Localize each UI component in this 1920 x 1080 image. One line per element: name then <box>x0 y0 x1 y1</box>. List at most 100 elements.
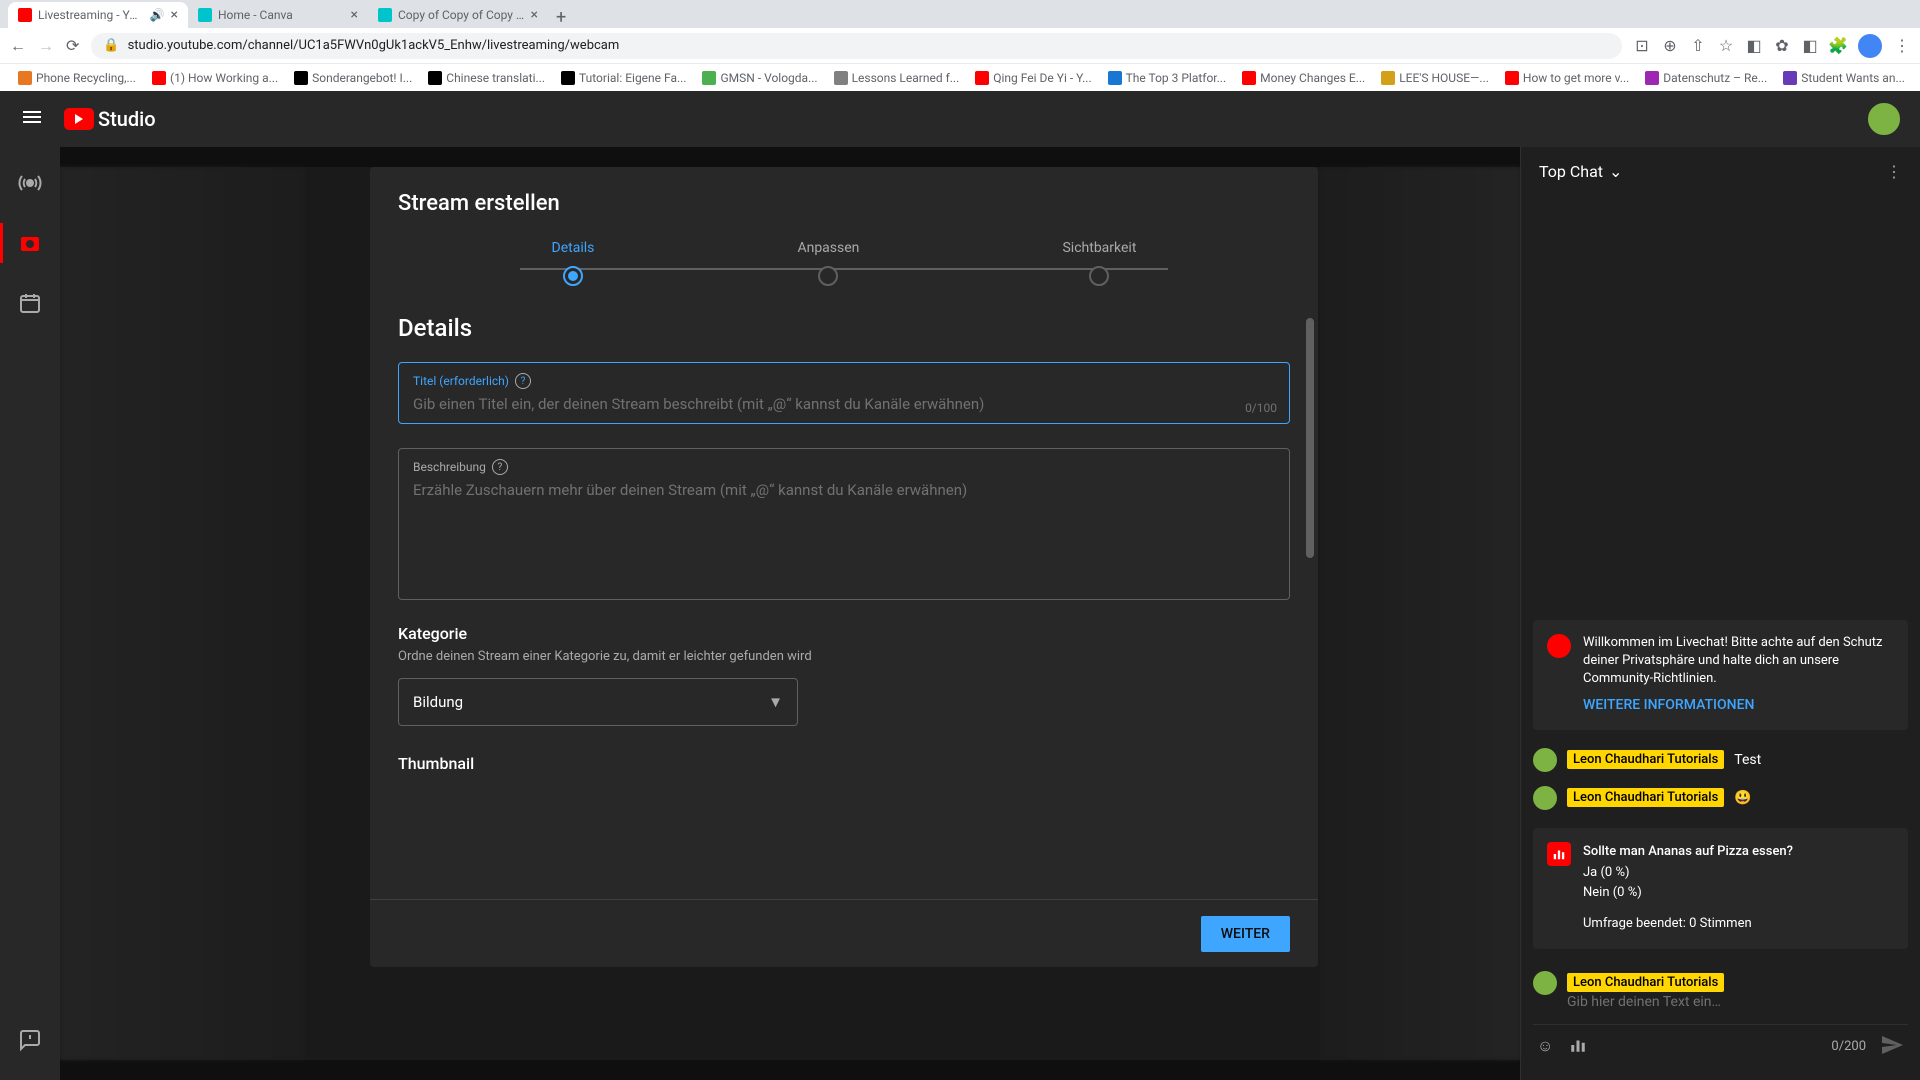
avatar[interactable] <box>1533 786 1557 810</box>
chat-mode-selector[interactable]: Top Chat ⌄ <box>1539 162 1622 181</box>
hamburger-icon[interactable] <box>20 105 44 133</box>
chat-message: Leon Chaudhari Tutorials Test <box>1533 744 1908 776</box>
back-button[interactable]: ← <box>10 36 26 56</box>
tab-active[interactable]: Livestreaming - YouTube S 🔊 × <box>8 2 188 28</box>
desc-input[interactable] <box>413 475 1275 585</box>
bookmark[interactable]: How to get more v... <box>1499 71 1635 85</box>
chat-input-row: Leon Chaudhari Tutorials Gib hier deinen… <box>1533 963 1908 1018</box>
new-tab-button[interactable]: + <box>548 7 574 28</box>
step-details[interactable]: Details <box>552 240 595 286</box>
welcome-link[interactable]: WEITERE INFORMATIONEN <box>1583 696 1894 716</box>
puzzle-icon[interactable]: 🧩 <box>1830 38 1846 54</box>
profile-avatar[interactable] <box>1858 34 1882 58</box>
bookmark-favicon <box>1108 71 1122 85</box>
bookmark[interactable]: Phone Recycling,... <box>12 71 142 85</box>
bookmark[interactable]: Datenschutz – Re... <box>1639 71 1773 85</box>
chat-more-icon[interactable]: ⋮ <box>1886 162 1902 181</box>
tab-favicon <box>378 8 392 22</box>
tab[interactable]: Copy of Copy of Copy of Cop × <box>368 2 548 28</box>
step-customize[interactable]: Anpassen <box>797 240 859 286</box>
bookmark[interactable]: Student Wants an... <box>1777 71 1911 85</box>
help-icon[interactable]: ? <box>492 459 508 475</box>
youtube-play-icon <box>64 108 94 130</box>
bookmark[interactable]: Chinese translati... <box>422 71 551 85</box>
bookmark-favicon <box>152 71 166 85</box>
modal-body: Details Titel (erforderlich) ? 0/100 <box>370 314 1318 899</box>
close-icon[interactable]: × <box>531 7 538 23</box>
audio-icon[interactable]: 🔊 <box>150 8 165 22</box>
tab-favicon <box>198 8 212 22</box>
close-icon[interactable]: × <box>351 7 358 23</box>
ext-icon[interactable]: ◧ <box>1746 38 1762 54</box>
help-icon[interactable]: ? <box>515 373 531 389</box>
avatar[interactable] <box>1533 971 1557 995</box>
bookmark-favicon <box>1505 71 1519 85</box>
bookmark-favicon <box>834 71 848 85</box>
poll-icon[interactable] <box>1569 1036 1587 1058</box>
title-field-group[interactable]: Titel (erforderlich) ? 0/100 <box>398 362 1290 424</box>
bookmark-favicon <box>1783 71 1797 85</box>
zoom-icon[interactable]: ⊕ <box>1662 38 1678 54</box>
ext-icon[interactable]: ◧ <box>1802 38 1818 54</box>
url-field[interactable]: 🔒 studio.youtube.com/channel/UC1a5FWVn0g… <box>91 33 1622 59</box>
bookmark[interactable]: Tutorial: Eigene Fa... <box>555 71 692 85</box>
bookmark[interactable]: GMSN - Vologda... <box>696 71 823 85</box>
avatar[interactable] <box>1533 748 1557 772</box>
bookmark[interactable]: Qing Fei De Yi - Y... <box>969 71 1097 85</box>
stage: Stream erstellen Details Anpassen Sichtb… <box>60 147 1520 1080</box>
browser-action-icons: ⊡ ⊕ ⇧ ☆ ◧ ✿ ◧ 🧩 ⋮ <box>1634 34 1910 58</box>
category-selected: Bildung <box>413 693 463 711</box>
next-button[interactable]: WEITER <box>1201 916 1290 952</box>
welcome-box: Willkommen im Livechat! Bitte achte auf … <box>1533 620 1908 730</box>
modal-title: Stream erstellen <box>370 167 1318 232</box>
send-icon[interactable] <box>1880 1033 1904 1061</box>
close-icon[interactable]: × <box>171 7 178 23</box>
step-visibility[interactable]: Sichtbarkeit <box>1062 240 1136 286</box>
category-desc: Ordne deinen Stream einer Kategorie zu, … <box>398 649 1290 664</box>
poll-icon <box>1547 842 1571 866</box>
studio-app: Studio Stream <box>0 91 1920 1080</box>
user-badge[interactable]: Leon Chaudhari Tutorials <box>1567 788 1724 807</box>
user-badge[interactable]: Leon Chaudhari Tutorials <box>1567 750 1724 769</box>
star-icon[interactable]: ☆ <box>1718 38 1734 54</box>
rail-stream-icon[interactable] <box>10 163 50 203</box>
modal-footer: WEITER <box>370 899 1318 967</box>
bookmark[interactable]: LEE'S HOUSE—... <box>1375 71 1495 85</box>
rail-feedback-icon[interactable] <box>10 1020 50 1060</box>
bookmark-favicon <box>702 71 716 85</box>
youtube-icon <box>1547 634 1571 658</box>
bookmark[interactable]: Money Changes E... <box>1236 71 1371 85</box>
rail-calendar-icon[interactable] <box>10 283 50 323</box>
bookmark-favicon <box>1381 71 1395 85</box>
browser-chrome: Livestreaming - YouTube S 🔊 × Home - Can… <box>0 0 1920 63</box>
bookmark[interactable]: Lessons Learned f... <box>828 71 966 85</box>
channel-avatar[interactable] <box>1868 103 1900 135</box>
youtube-studio-logo[interactable]: Studio <box>64 107 156 131</box>
share-icon[interactable]: ⇧ <box>1690 38 1706 54</box>
chat-input[interactable]: Gib hier deinen Text ein… <box>1567 994 1908 1010</box>
bookmark[interactable]: Sonderangebot! I... <box>288 71 418 85</box>
bookmark[interactable]: The Top 3 Platfor... <box>1102 71 1233 85</box>
category-title: Kategorie <box>398 624 1290 643</box>
category-select[interactable]: Bildung ▼ <box>398 678 798 726</box>
chat-header-label: Top Chat <box>1539 162 1603 181</box>
tab[interactable]: Home - Canva × <box>188 2 368 28</box>
scrollbar[interactable] <box>1306 318 1314 895</box>
menu-icon[interactable]: ⋮ <box>1894 38 1910 54</box>
tab-favicon <box>18 8 32 22</box>
emoji-picker-icon[interactable]: ☺ <box>1537 1036 1553 1058</box>
desc-field-group[interactable]: Beschreibung ? <box>398 448 1290 600</box>
title-input[interactable] <box>413 389 1275 413</box>
ext-icon[interactable]: ✿ <box>1774 38 1790 54</box>
bookmark-favicon <box>1242 71 1256 85</box>
chat-header: Top Chat ⌄ ⋮ <box>1521 147 1920 195</box>
video-icon[interactable]: ⊡ <box>1634 38 1650 54</box>
bookmark[interactable]: (2) How To Add A... <box>1915 71 1920 85</box>
reload-button[interactable]: ⟳ <box>66 36 79 55</box>
rail-webcam-icon[interactable] <box>10 223 50 263</box>
chevron-down-icon: ▼ <box>768 693 783 711</box>
bookmark-favicon <box>561 71 575 85</box>
bookmark[interactable]: (1) How Working a... <box>146 71 284 85</box>
tab-title: Copy of Copy of Copy of Cop <box>398 8 525 22</box>
forward-button[interactable]: → <box>38 36 54 56</box>
